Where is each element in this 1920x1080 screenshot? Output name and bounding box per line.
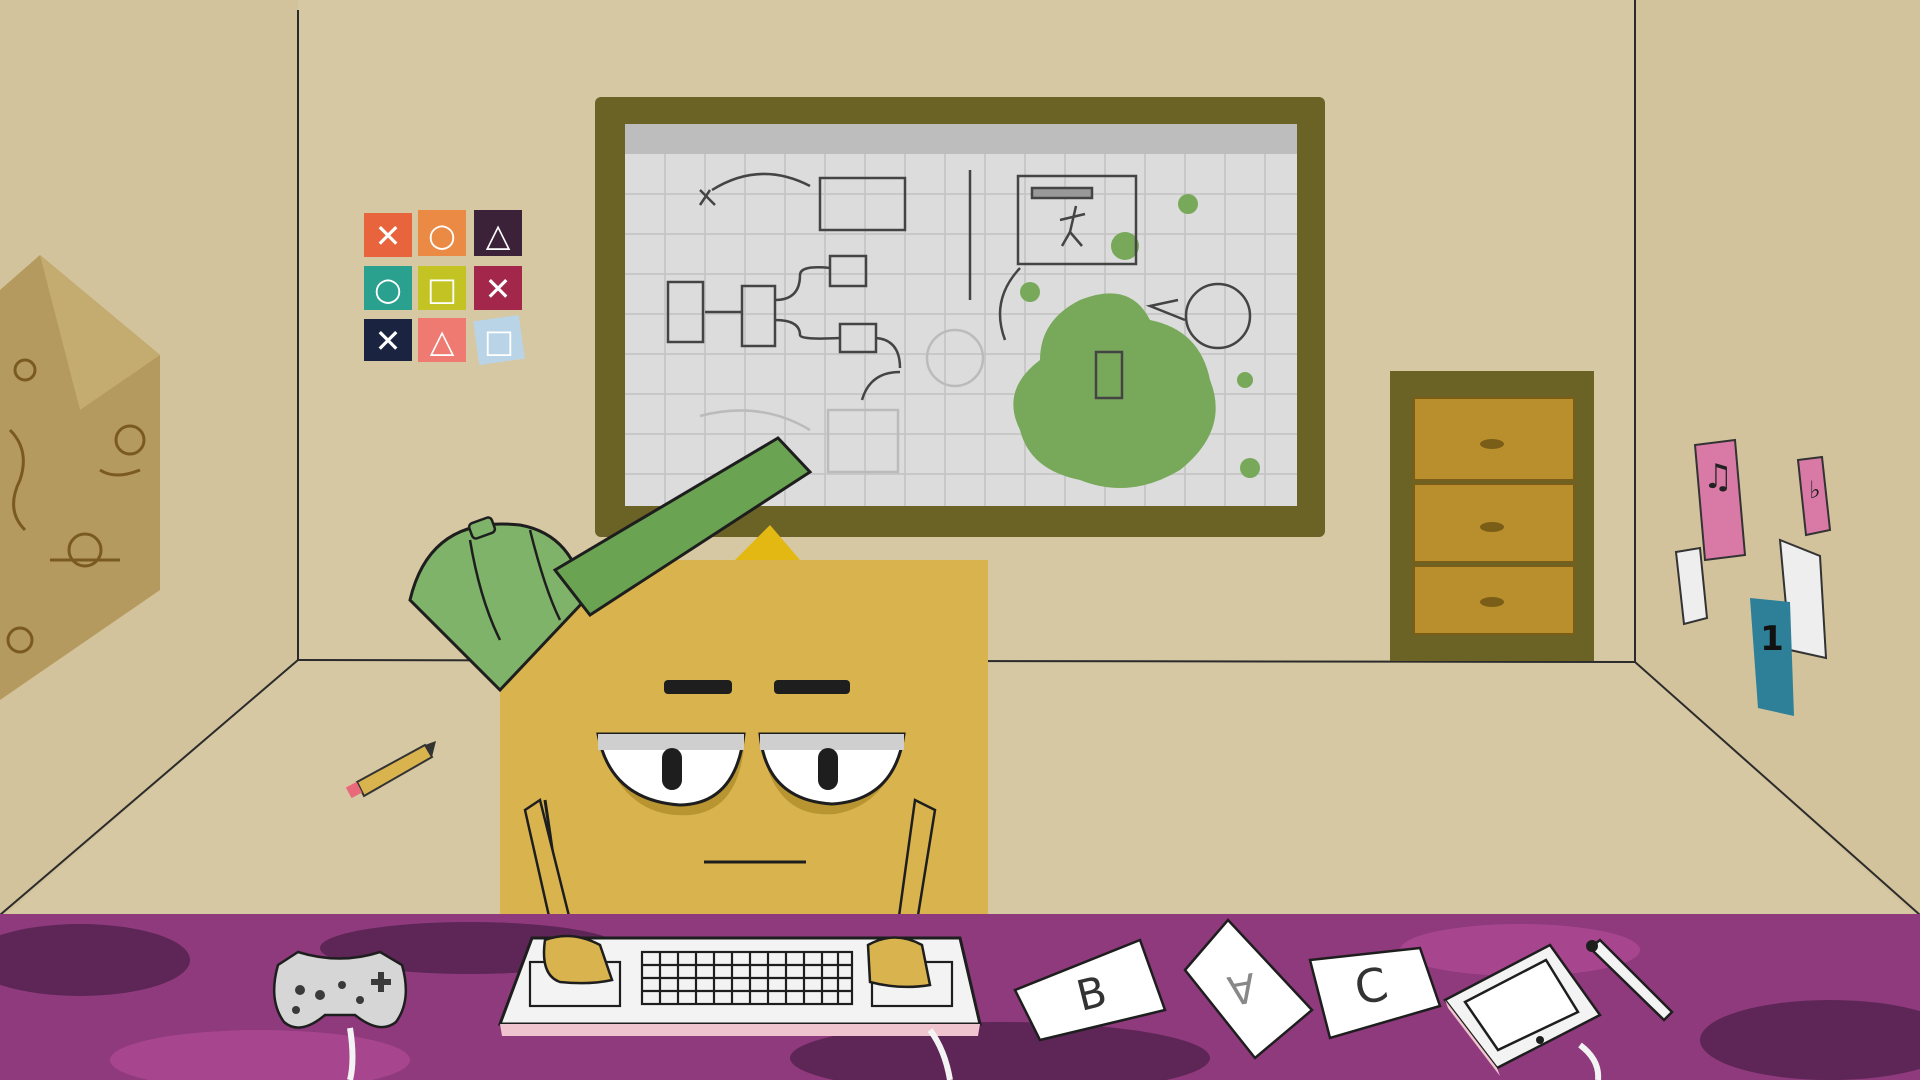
tile-symbol: ✕ [375,322,402,360]
right-hand [866,936,932,989]
right-eyebrow [774,680,850,694]
cabinet-drawer-top [1413,397,1575,481]
tile-symbol: △ [486,216,511,254]
tile-symbol: ○ [374,270,402,308]
tile-symbol: △ [430,322,455,360]
left-eyebrow [664,680,732,694]
flat-symbol-icon: ♭ [1809,476,1820,504]
illustration-scene: ✕ ○ △ ○ □ ✕ ✕ △ □ ♫ ♭ 1 B A C [0,0,1920,1080]
tile-symbol: □ [484,322,514,360]
planning-board [595,97,1325,537]
tile-symbol: □ [427,270,457,308]
tile-symbol: ✕ [485,270,512,308]
drawer-handle-icon [1480,597,1504,607]
symbol-tiles-poster: ✕ ○ △ ○ □ ✕ ✕ △ □ [364,210,525,365]
tile-symbol: ✕ [375,217,402,255]
left-pupil [662,748,682,790]
drawer-handle-icon [1480,439,1504,449]
music-note-icon: ♫ [1703,457,1733,497]
drawer-handle-icon [1480,522,1504,532]
right-pupil [818,748,838,790]
filing-cabinet [1390,371,1594,661]
tile-symbol: ○ [428,216,456,254]
number-card-text: 1 [1760,619,1784,659]
